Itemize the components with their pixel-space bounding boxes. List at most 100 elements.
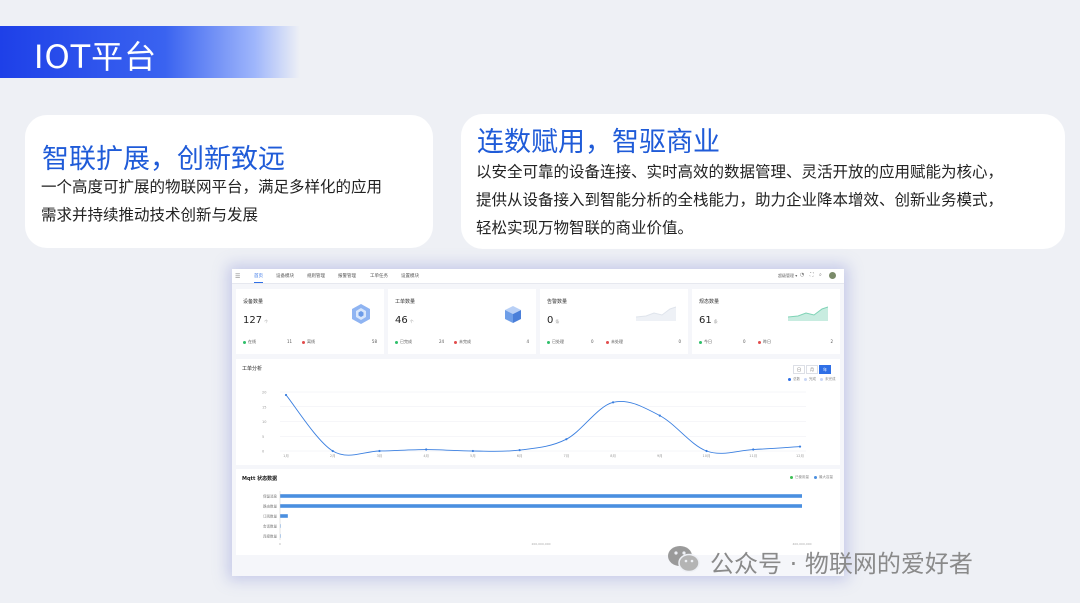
stat-foot-label: 今日 [699, 339, 712, 345]
stat-title: 设备数量 [243, 299, 264, 305]
data-point [658, 414, 661, 417]
nav-item[interactable]: 首页 [254, 273, 263, 283]
nav-item[interactable]: 设备模块 [276, 273, 294, 279]
data-point [378, 449, 381, 453]
bar-capacity [280, 504, 802, 508]
sparkline-icon [787, 306, 829, 321]
feature-card-right-body: 以安全可靠的设备连接、实时高效的数据管理、灵活开放的应用赋能为核心， 提供从设备… [476, 158, 1061, 242]
stat-value: 0条 [547, 315, 560, 326]
mqtt-bar-chart: 保留消息路由数量订阅数量会话数量连接数量0 200,000,000 400,000,… [263, 491, 812, 546]
stat-foot-label: 未处理 [606, 339, 623, 345]
stat-foot-label: 在线 [243, 339, 256, 345]
stat-foot-value: 0 [591, 339, 594, 344]
stat-card: 告警数量 0 条已处理 0 未处理 0 [540, 289, 688, 354]
x-tick-label: 8月 [610, 453, 616, 458]
category-label: 路由数量 [263, 504, 277, 509]
stat-foot-value: 0 [678, 339, 681, 344]
sparkline-icon [635, 306, 677, 321]
stat-visual [787, 303, 829, 325]
stat-value: 127 个 [243, 315, 269, 326]
data-point [518, 449, 521, 452]
stat-foot-value: 58 [371, 339, 377, 344]
user-menu[interactable]: 超级管理 ▾ [778, 273, 797, 279]
bar-capacity [280, 514, 288, 518]
stat-foot-value: 0 [743, 339, 746, 344]
feature-card-right: 连数赋用，智驱商业 以安全可靠的设备连接、实时高效的数据管理、灵活开放的应用赋能… [461, 114, 1065, 249]
stat-card: 设备数量 127 个在线 11 离线 58 [236, 289, 384, 354]
data-point [471, 449, 475, 453]
x-tick-label: 200,000,000 [531, 542, 550, 546]
menu-icon[interactable]: ☰ [235, 273, 240, 280]
stat-visual [502, 303, 524, 329]
hexagon-icon [352, 304, 370, 324]
series-line-total [285, 394, 801, 456]
data-point [425, 448, 428, 451]
top-navigation: ☰ 超级管理 ▾ ◔ ⛶ ⌕ 首页 设备模块 规则管理 报警管理 工单任务 设置模块 [232, 269, 844, 284]
y-tick-label: 10 [262, 420, 266, 424]
search-icon[interactable]: ⌕ [819, 272, 822, 278]
stat-foot-label: 未完成 [454, 339, 471, 345]
nav-item[interactable]: 设置模块 [401, 273, 419, 279]
x-tick-label: 2月 [330, 453, 336, 458]
x-tick-label: 1月 [283, 453, 289, 458]
category-label: 保留消息 [263, 494, 277, 499]
feature-card-left: 智联扩展，创新致远 一个高度可扩展的物联网平台，满足多样化的应用 需求并持续推动… [25, 115, 433, 248]
dashboard-screenshot: ☰ 超级管理 ▾ ◔ ⛶ ⌕ 首页 设备模块 规则管理 报警管理 工单任务 设置模块 设备… [232, 269, 844, 576]
stat-foot-value: 4 [526, 339, 529, 344]
x-tick-label: 12月 [796, 453, 804, 458]
data-point [611, 401, 615, 404]
feature-card-left-title: 智联扩展，创新致远 [42, 144, 285, 175]
stat-foot-label: 昨日 [758, 339, 771, 345]
fullscreen-icon[interactable]: ⛶ [810, 272, 814, 278]
mqtt-panel: Mqtt 状态数据 已使用量 最大容量 保留消息 路由数量 订阅数量 会话数量 连接数量… [236, 469, 840, 555]
stat-card: 规态数量 61 条今日 0 昨日 2 [692, 289, 840, 354]
nav-item[interactable]: 规则管理 [307, 273, 325, 279]
avatar[interactable] [829, 272, 836, 279]
x-tick-label: 4月 [423, 453, 429, 458]
y-tick-label: 0 [262, 450, 264, 454]
data-point [752, 448, 755, 451]
feature-card-left-body: 一个高度可扩展的物联网平台，满足多样化的应用 需求并持续推动技术创新与发展 [41, 173, 426, 229]
page-title: IOT平台 [34, 38, 158, 76]
data-point [331, 449, 334, 453]
stat-foot-label: 已完成 [395, 339, 412, 345]
stat-foot-value: 2 [830, 339, 833, 344]
feature-line: 需求并持续推动技术创新与发展 [41, 206, 259, 224]
work-order-line-chart: 0 5 10 15 20 1月 2月 3月 4月 5月 6月 7月 8月 9月 10月 11月 12月 [262, 391, 806, 458]
stat-visual [350, 303, 372, 329]
y-tick-label: 20 [262, 391, 266, 395]
feature-line: 以安全可靠的设备连接、实时高效的数据管理、灵活开放的应用赋能为核心， [476, 163, 1004, 181]
nav-item[interactable]: 报警管理 [338, 273, 356, 279]
feature-line: 轻松实现万物智联的商业价值。 [476, 219, 694, 237]
category-label: 连接数量 [263, 534, 277, 539]
feature-line: 一个高度可扩展的物联网平台，满足多样化的应用 [41, 178, 383, 196]
bar-capacity [280, 494, 802, 498]
x-tick-label: 11月 [749, 453, 757, 458]
stat-foot-value: 11 [287, 339, 293, 344]
bell-icon[interactable]: ◔ [800, 272, 804, 278]
stat-foot-value: 24 [439, 339, 445, 344]
stat-card: 工单数量 46 个已完成 24 未完成 4 [388, 289, 536, 354]
stat-title: 规态数量 [699, 299, 720, 305]
y-tick-label: 5 [262, 435, 264, 439]
stat-foot-label: 离线 [302, 339, 315, 345]
stat-title: 工单数量 [395, 299, 416, 305]
x-tick-label: 3月 [377, 453, 383, 458]
x-tick-label: 6月 [517, 453, 523, 458]
nav-item[interactable]: 工单任务 [370, 273, 388, 279]
data-point [798, 445, 802, 448]
stat-title: 告警数量 [547, 299, 568, 305]
category-label: 会话数量 [263, 524, 277, 529]
category-label: 订阅数量 [263, 514, 277, 519]
stat-foot-label: 已处理 [547, 339, 564, 345]
feature-card-right-title: 连数赋用，智驱商业 [477, 127, 720, 158]
data-point [565, 438, 568, 441]
data-point [705, 449, 708, 453]
x-tick-label: 0 [279, 542, 281, 546]
stat-value: 46 个 [395, 315, 414, 326]
y-tick-label: 15 [262, 405, 266, 409]
wechat-icon [668, 546, 700, 573]
work-order-panel: 工单分析 日 月 年 总数 完成 未完成 0 5 10 15 20 1月 2月 3月 4月 5月 6… [236, 359, 840, 465]
watermark-text: 公众号 · 物联网的爱好者 [710, 550, 973, 578]
stat-value: 61 条 [699, 315, 718, 326]
